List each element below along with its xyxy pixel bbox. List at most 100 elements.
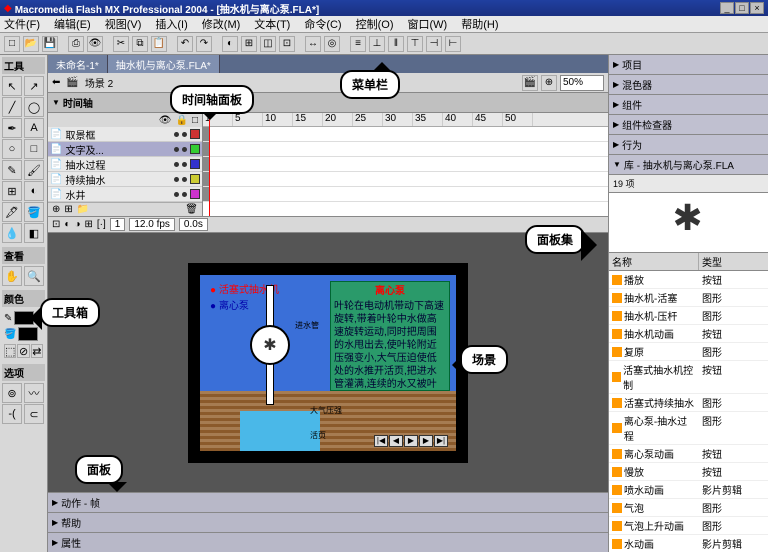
copy-button[interactable]: ⧉	[132, 36, 148, 52]
onion-button[interactable]: ◐	[64, 219, 70, 230]
no-color[interactable]: ⊘	[17, 344, 29, 358]
tool-f[interactable]: ◎	[324, 36, 340, 52]
layer-row[interactable]: 📄文字及...	[48, 142, 202, 157]
cut-button[interactable]: ✂	[113, 36, 129, 52]
library-item[interactable]: 离心泵-抽水过程图形	[609, 412, 768, 445]
zoom-tool[interactable]: 🔍	[24, 266, 44, 286]
library-panel-header[interactable]: 库 - 抽水机与离心泵.FLA	[609, 155, 768, 175]
tool-c[interactable]: ◫	[260, 36, 276, 52]
eye-icon[interactable]: 👁	[159, 115, 172, 126]
inspector-panel[interactable]: 组件检查器	[609, 115, 768, 135]
line-tool[interactable]: ╱	[2, 97, 22, 117]
library-item[interactable]: 离心泵动画按钮	[609, 445, 768, 463]
minimize-button[interactable]: _	[720, 2, 734, 14]
snap-tool[interactable]: ⊚	[2, 383, 22, 403]
frame-ruler[interactable]: 15101520253035404550	[203, 113, 608, 127]
library-item[interactable]: 复原图形	[609, 343, 768, 361]
fill-transform-tool[interactable]: ◐	[24, 181, 44, 201]
edit-symbol-button[interactable]: ⊕	[541, 75, 557, 91]
text-tool[interactable]: A	[24, 118, 44, 138]
play-button[interactable]: ▶	[404, 435, 418, 447]
zoom-select[interactable]	[560, 75, 604, 91]
onion-outline-button[interactable]: ◑	[74, 219, 80, 230]
hand-tool[interactable]: ✋	[2, 266, 22, 286]
menu-insert[interactable]: 插入(I)	[155, 16, 187, 32]
tool-e[interactable]: ↔	[305, 36, 321, 52]
library-item[interactable]: 水动画影片剪辑	[609, 535, 768, 552]
lasso-tool[interactable]: ◯	[24, 97, 44, 117]
center-frame-button[interactable]: ⊡	[52, 219, 60, 230]
scene-label[interactable]: 场景 2	[85, 75, 113, 90]
tool-j[interactable]: ⊤	[407, 36, 423, 52]
frame-column[interactable]: 15101520253035404550	[203, 113, 608, 216]
opt-a[interactable]: -(	[2, 404, 22, 424]
add-folder-button[interactable]: 📁	[77, 204, 89, 215]
eraser-tool[interactable]: ◧	[24, 223, 44, 243]
outline-icon[interactable]: □	[192, 115, 198, 126]
menu-modify[interactable]: 修改(M)	[202, 16, 241, 32]
menu-edit[interactable]: 编辑(E)	[54, 16, 91, 32]
paste-button[interactable]: 📋	[151, 36, 167, 52]
subselection-tool[interactable]: ↗	[24, 76, 44, 96]
ink-tool[interactable]: 🖋	[2, 202, 22, 222]
library-list[interactable]: 播放按钮抽水机-活塞图形抽水机-压杆图形抽水机动画按钮复原图形活塞式抽水机控制按…	[609, 271, 768, 552]
next-frame-button[interactable]: ▶	[419, 435, 433, 447]
new-button[interactable]: □	[4, 36, 20, 52]
library-item[interactable]: 慢放按钮	[609, 463, 768, 481]
playhead[interactable]	[209, 113, 210, 216]
eyedropper-tool[interactable]: 💧	[2, 223, 22, 243]
last-frame-button[interactable]: ▶|	[434, 435, 448, 447]
help-panel[interactable]: 帮助	[48, 512, 608, 532]
lib-col-name[interactable]: 名称	[609, 253, 699, 270]
lib-col-type[interactable]: 类型	[699, 253, 725, 270]
open-button[interactable]: 📂	[23, 36, 39, 52]
properties-panel[interactable]: 属性	[48, 532, 608, 552]
library-item[interactable]: 气泡上升动画图形	[609, 517, 768, 535]
lock-icon[interactable]: 🔒	[176, 115, 188, 126]
tool-b[interactable]: ⊞	[241, 36, 257, 52]
components-panel[interactable]: 组件	[609, 95, 768, 115]
tool-g[interactable]: ≡	[350, 36, 366, 52]
save-button[interactable]: 💾	[42, 36, 58, 52]
canvas[interactable]: ● 活塞式抽水机 ● 离心泵 离心泵 叶轮在电动机带动下高速旋转,带着叶轮中水做…	[188, 263, 468, 463]
prev-frame-button[interactable]: ◀	[389, 435, 403, 447]
first-frame-button[interactable]: |◀	[374, 435, 388, 447]
tool-i[interactable]: ‖	[388, 36, 404, 52]
library-item[interactable]: 活塞式抽水机控制按钮	[609, 361, 768, 394]
opt-b[interactable]: ⊂	[24, 404, 44, 424]
pen-tool[interactable]: ✒	[2, 118, 22, 138]
library-item[interactable]: 抽水机动画按钮	[609, 325, 768, 343]
bucket-tool[interactable]: 🪣	[24, 202, 44, 222]
doc-tab-2[interactable]: 抽水机与离心泵.FLA*	[108, 55, 220, 74]
library-item[interactable]: 抽水机-压杆图形	[609, 307, 768, 325]
menu-view[interactable]: 视图(V)	[105, 16, 142, 32]
default-color[interactable]: ⇄	[31, 344, 43, 358]
menu-help[interactable]: 帮助(H)	[461, 16, 498, 32]
transform-tool[interactable]: ⊞	[2, 181, 22, 201]
pencil-tool[interactable]: ✎	[2, 160, 22, 180]
library-item[interactable]: 气泡图形	[609, 499, 768, 517]
layer-row[interactable]: 📄抽水过程	[48, 157, 202, 172]
stage[interactable]: ● 活塞式抽水机 ● 离心泵 离心泵 叶轮在电动机带动下高速旋转,带着叶轮中水做…	[48, 233, 608, 492]
smooth-tool[interactable]: 〰	[24, 383, 44, 403]
doc-tab-1[interactable]: 未命名-1*	[48, 55, 108, 74]
library-item[interactable]: 喷水动画影片剪辑	[609, 481, 768, 499]
tool-d[interactable]: ⊡	[279, 36, 295, 52]
timeline-header[interactable]: 时间轴	[48, 93, 608, 113]
tool-k[interactable]: ⊣	[426, 36, 442, 52]
tool-a[interactable]: ◐	[222, 36, 238, 52]
library-item[interactable]: 活塞式持续抽水图形	[609, 394, 768, 412]
layer-row[interactable]: 📄水井	[48, 187, 202, 202]
redo-button[interactable]: ↷	[196, 36, 212, 52]
add-guide-button[interactable]: ⊞	[64, 204, 72, 215]
back-icon[interactable]: ⬅	[52, 77, 60, 88]
add-layer-button[interactable]: ⊕	[52, 204, 60, 215]
menu-control[interactable]: 控制(O)	[356, 16, 394, 32]
layer-row[interactable]: 📄持续抽水	[48, 172, 202, 187]
tool-h[interactable]: ⊥	[369, 36, 385, 52]
edit-scene-button[interactable]: 🎬	[522, 75, 538, 91]
delete-layer-button[interactable]: 🗑	[185, 204, 198, 215]
library-item[interactable]: 播放按钮	[609, 271, 768, 289]
menu-window[interactable]: 窗口(W)	[408, 16, 448, 32]
menu-text[interactable]: 文本(T)	[254, 16, 290, 32]
